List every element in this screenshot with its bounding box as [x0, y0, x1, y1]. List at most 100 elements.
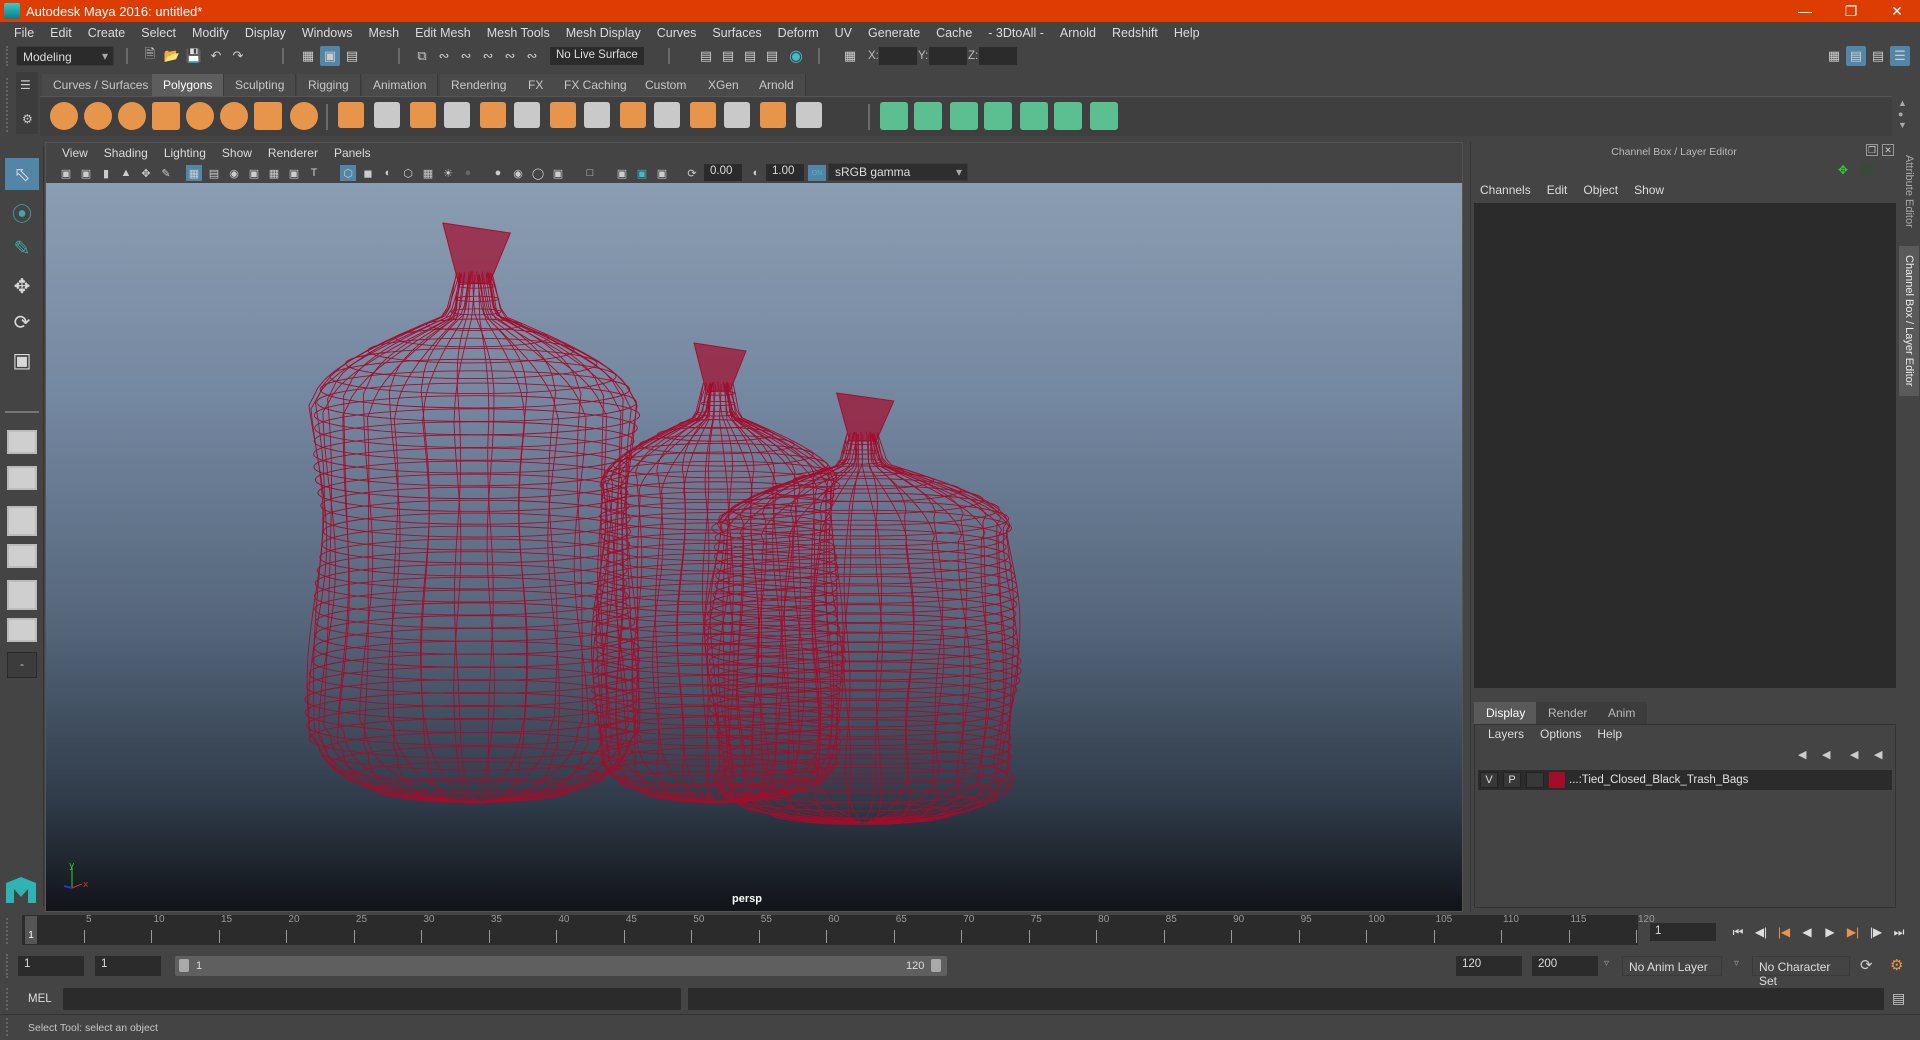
panel-menu-shading[interactable]: Shading	[96, 146, 156, 160]
render-current-frame-icon[interactable]: ▤	[718, 46, 738, 66]
channel-box-tab[interactable]: Channel Box / Layer Editor	[1899, 246, 1919, 396]
poly-cube-icon[interactable]	[84, 102, 112, 130]
layer-tab-anim[interactable]: Anim	[1596, 702, 1648, 724]
use-default-material-icon[interactable]: ◐	[380, 165, 396, 181]
append-icon[interactable]	[654, 102, 680, 128]
timeslider-grip[interactable]	[6, 918, 10, 944]
exposure-icon[interactable]: ⟳	[684, 165, 700, 181]
layer-name[interactable]: ...:Tied_Closed_Black_Trash_Bags	[1569, 774, 1748, 786]
input-mode-icon[interactable]: ▦	[840, 46, 860, 66]
poly-torus-icon[interactable]	[220, 102, 248, 130]
shelf-tab-fx[interactable]: FX	[517, 74, 556, 96]
shelf-tab-rigging[interactable]: Rigging	[297, 74, 361, 96]
xray-joints-icon[interactable]: ▣	[634, 165, 650, 181]
menu-modify[interactable]: Modify	[184, 26, 237, 40]
step-forward-frame-button[interactable]: |▶	[1866, 922, 1886, 942]
panel-menu-view[interactable]: View	[54, 146, 96, 160]
color-management-toggle[interactable]: ON	[808, 165, 826, 181]
end-time-field[interactable]: 200	[1532, 956, 1598, 976]
range-start-handle[interactable]	[179, 959, 189, 972]
single-perspective-layout-icon[interactable]	[7, 430, 37, 454]
playback-start-field[interactable]: 1	[95, 956, 161, 976]
safe-title-icon[interactable]: T	[306, 165, 322, 181]
select-by-component-icon[interactable]: ▤	[342, 46, 362, 66]
hypershade-persp-layout-icon[interactable]	[7, 580, 37, 610]
menu-edit-mesh[interactable]: Edit Mesh	[407, 26, 479, 40]
image-plane-icon[interactable]: ▲	[118, 165, 134, 181]
new-layer-selected-icon[interactable]: ◀	[1874, 748, 1882, 761]
open-scene-icon[interactable]: 📂	[162, 46, 182, 66]
separate-icon[interactable]	[374, 102, 400, 128]
persp-graph-outliner-layout-icon[interactable]	[7, 618, 37, 642]
snap-to-curve-icon[interactable]: ∾	[434, 46, 454, 66]
cylindrical-uv-icon[interactable]	[914, 102, 942, 130]
xray-icon[interactable]: ▣	[614, 165, 630, 181]
grid-toggle-icon[interactable]: ▦	[186, 165, 202, 181]
move-layer-up-icon[interactable]: ◀	[1798, 748, 1806, 761]
character-set-dropdown[interactable]: No Character Set	[1752, 956, 1850, 988]
select-tool-icon[interactable]: ⬁	[5, 158, 39, 190]
rangeslider-grip[interactable]	[6, 954, 10, 978]
auto-key-icon[interactable]: ⟳	[1860, 956, 1873, 974]
range-end-handle[interactable]	[931, 959, 941, 972]
shelf-menu-icon[interactable]: ☰	[20, 78, 31, 92]
shelf-tab-rendering[interactable]: Rendering	[440, 74, 519, 96]
snap-to-grid-icon[interactable]: ⧉	[412, 46, 432, 66]
menu-windows[interactable]: Windows	[294, 26, 361, 40]
anim-layer-dropdown[interactable]: No Anim Layer	[1622, 956, 1722, 976]
commandline-grip[interactable]	[6, 988, 10, 1010]
move-layer-down-icon[interactable]: ◀	[1822, 748, 1830, 761]
layer-tab-render[interactable]: Render	[1536, 702, 1600, 724]
gamma-field[interactable]: 1.00	[766, 164, 804, 181]
smooth-shade-icon[interactable]: ◼	[360, 165, 376, 181]
field-chart-icon[interactable]: ▦	[266, 165, 282, 181]
step-back-key-button[interactable]: |◀	[1774, 922, 1794, 942]
lasso-tool-icon[interactable]: ⦿	[5, 196, 39, 228]
menu-cache[interactable]: Cache	[928, 26, 980, 40]
z-field[interactable]	[979, 47, 1017, 65]
layer-visibility-toggle[interactable]: V	[1480, 772, 1498, 788]
resolution-gate-icon[interactable]: ◉	[226, 165, 242, 181]
poly-sphere-icon[interactable]	[50, 102, 78, 130]
shelf-tab-curves-surfaces[interactable]: Curves / Surfaces	[42, 74, 161, 96]
menu-uv[interactable]: UV	[827, 26, 860, 40]
script-language-toggle[interactable]: MEL	[28, 993, 52, 1005]
attribute-editor-toggle-icon[interactable]: ▤	[1846, 46, 1866, 66]
extrude-icon[interactable]	[584, 102, 610, 128]
multi-cut-icon[interactable]	[550, 102, 576, 128]
film-gate-icon[interactable]: ▤	[206, 165, 222, 181]
unfold-uv-icon[interactable]	[1020, 102, 1048, 130]
menu-help[interactable]: Help	[1166, 26, 1208, 40]
menu-deform[interactable]: Deform	[770, 26, 827, 40]
playback-end-field[interactable]: 120	[1456, 956, 1522, 976]
live-surface-field[interactable]: No Live Surface	[550, 47, 644, 65]
offset-edge-loop-icon[interactable]	[724, 102, 750, 128]
target-weld-icon[interactable]	[796, 102, 822, 128]
menu-generate[interactable]: Generate	[860, 26, 928, 40]
use-all-lights-icon[interactable]: ☀	[440, 165, 456, 181]
new-layer-icon[interactable]: ◀	[1850, 748, 1858, 761]
poly-cone-icon[interactable]	[152, 102, 180, 130]
menu-mesh-tools[interactable]: Mesh Tools	[479, 26, 558, 40]
shelf-scroll-icon[interactable]: ▲ ● ▼	[1898, 98, 1907, 131]
x-field[interactable]	[879, 47, 917, 65]
panel-menu-show[interactable]: Show	[214, 146, 260, 160]
shelf-grip[interactable]	[6, 78, 10, 132]
step-back-frame-button[interactable]: ◀|	[1751, 922, 1771, 942]
float-panel-icon[interactable]: ❐	[1866, 144, 1878, 156]
minimize-button[interactable]: —	[1782, 0, 1828, 22]
uv-editor-icon[interactable]	[1054, 102, 1082, 130]
script-editor-icon[interactable]: ▤	[1892, 990, 1905, 1007]
layers-menu[interactable]: Layers	[1480, 727, 1532, 741]
snap-to-point-icon[interactable]: ∾	[456, 46, 476, 66]
screen-space-ao-icon[interactable]: ●	[490, 165, 506, 181]
layer-reference-toggle[interactable]	[1526, 772, 1544, 788]
snap-to-surface-icon[interactable]: ∾	[500, 46, 520, 66]
insert-edge-loop-icon[interactable]	[690, 102, 716, 128]
menu-mesh-display[interactable]: Mesh Display	[558, 26, 649, 40]
menu-redshift[interactable]: Redshift	[1104, 26, 1166, 40]
layer-tab-display[interactable]: Display	[1474, 702, 1538, 724]
combine-icon[interactable]	[338, 102, 364, 128]
options-menu[interactable]: Options	[1532, 727, 1589, 741]
wireframe-on-shaded-icon[interactable]: ⬡	[400, 165, 416, 181]
